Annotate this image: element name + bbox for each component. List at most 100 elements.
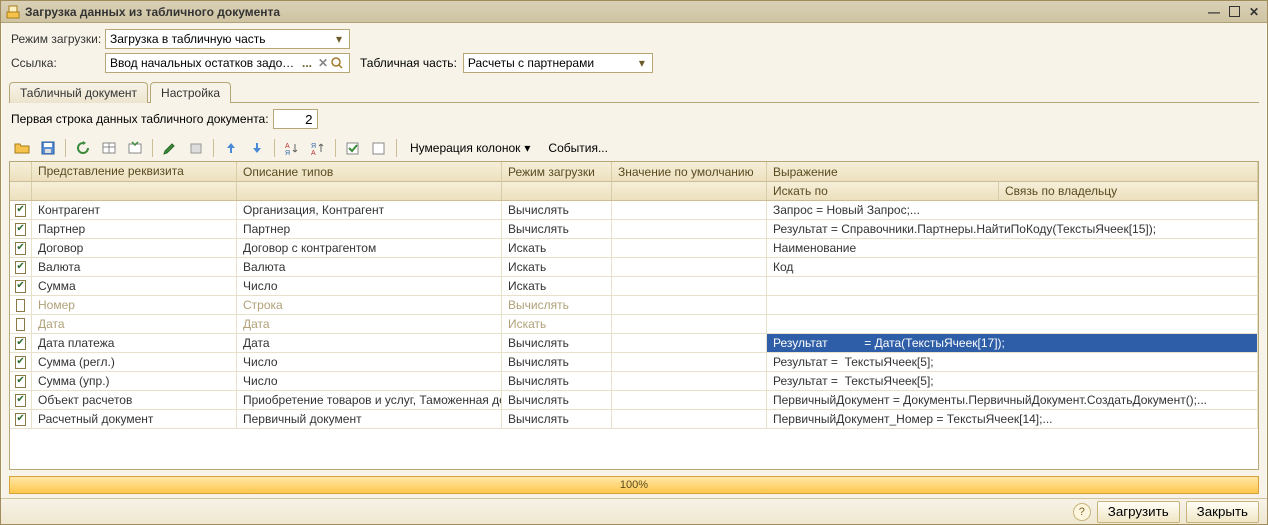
table-row[interactable]: Объект расчетовПриобретение товаров и ус…: [10, 391, 1258, 410]
cell-def[interactable]: [612, 391, 767, 409]
grid-body[interactable]: КонтрагентОрганизация, КонтрагентВычисля…: [10, 201, 1258, 469]
row-checkbox-cell[interactable]: [10, 201, 32, 219]
cell-expr[interactable]: ПервичныйДокумент = Документы.ПервичныйД…: [767, 391, 1258, 409]
cell-expr[interactable]: Результат = Дата(ТекстыЯчеек[17]);: [767, 334, 1258, 352]
check-all-icon[interactable]: [342, 137, 364, 159]
cell-typ[interactable]: Партнер: [237, 220, 502, 238]
minimize-button[interactable]: —: [1205, 4, 1223, 20]
cell-def[interactable]: [612, 334, 767, 352]
cell-rep[interactable]: Сумма (регл.): [32, 353, 237, 371]
save-icon[interactable]: [37, 137, 59, 159]
cell-rz[interactable]: Вычислять: [502, 201, 612, 219]
checkbox-icon[interactable]: [15, 242, 25, 255]
row-checkbox-cell[interactable]: [10, 391, 32, 409]
table-row[interactable]: ДоговорДоговор с контрагентомИскать Наиме…: [10, 239, 1258, 258]
arrow-up-icon[interactable]: [220, 137, 242, 159]
header-rep[interactable]: Представление реквизита: [32, 162, 237, 181]
open-folder-icon[interactable]: [11, 137, 33, 159]
cell-def[interactable]: [612, 315, 767, 333]
load-button[interactable]: Загрузить: [1097, 501, 1180, 523]
cell-rz[interactable]: Вычислять: [502, 220, 612, 238]
cell-rz[interactable]: Искать: [502, 315, 612, 333]
cell-expr[interactable]: Код: [767, 258, 1258, 276]
checkbox-icon[interactable]: [15, 337, 25, 350]
mode-combo[interactable]: Загрузка в табличную часть ▾: [105, 29, 350, 49]
header-rz[interactable]: Режим загрузки: [502, 162, 612, 181]
cell-typ[interactable]: Организация, Контрагент: [237, 201, 502, 219]
row-checkbox-cell[interactable]: [10, 372, 32, 390]
cell-expr[interactable]: Наименование: [767, 239, 1258, 257]
cell-typ[interactable]: Первичный документ: [237, 410, 502, 428]
header-def[interactable]: Значение по умолчанию: [612, 162, 767, 181]
cell-rep[interactable]: Партнер: [32, 220, 237, 238]
cell-rep[interactable]: Объект расчетов: [32, 391, 237, 409]
chevron-down-icon[interactable]: ▾: [634, 56, 650, 70]
sort-za-icon[interactable]: ЯА: [307, 137, 329, 159]
cell-typ[interactable]: Число: [237, 372, 502, 390]
checkbox-icon[interactable]: [15, 356, 25, 369]
cell-typ[interactable]: Приобретение товаров и услуг, Таможенная…: [237, 391, 502, 409]
cell-def[interactable]: [612, 201, 767, 219]
table-row[interactable]: ПартнерПартнерВычислятьРезультат = Справ…: [10, 220, 1258, 239]
table-row[interactable]: СуммаЧислоИскать: [10, 277, 1258, 296]
cell-def[interactable]: [612, 277, 767, 295]
cell-def[interactable]: [612, 296, 767, 314]
table-row[interactable]: КонтрагентОрганизация, КонтрагентВычисля…: [10, 201, 1258, 220]
table-row[interactable]: ДатаДатаИскать: [10, 315, 1258, 334]
ref-clear-button[interactable]: ✕: [315, 56, 331, 70]
cell-typ[interactable]: Число: [237, 277, 502, 295]
cell-typ[interactable]: Строка: [237, 296, 502, 314]
cell-expr[interactable]: Результат = Справочники.Партнеры.НайтиПо…: [767, 220, 1258, 238]
chevron-down-icon[interactable]: ▾: [331, 32, 347, 46]
cell-rep[interactable]: Валюта: [32, 258, 237, 276]
cell-rz[interactable]: Вычислять: [502, 334, 612, 352]
cell-def[interactable]: [612, 239, 767, 257]
cell-rep[interactable]: Контрагент: [32, 201, 237, 219]
edit-icon[interactable]: [159, 137, 181, 159]
cell-rz[interactable]: Вычислять: [502, 391, 612, 409]
cell-rz[interactable]: Вычислять: [502, 372, 612, 390]
header-check[interactable]: [10, 162, 32, 181]
cell-expr[interactable]: ПервичныйДокумент_Номер = ТекстыЯчеек[14…: [767, 410, 1258, 428]
checkbox-icon[interactable]: [15, 280, 25, 293]
cell-def[interactable]: [612, 410, 767, 428]
cell-typ[interactable]: Дата: [237, 334, 502, 352]
cell-rz[interactable]: Искать: [502, 239, 612, 257]
table-row[interactable]: Дата платежаДатаВычислятьРезультат = Дат…: [10, 334, 1258, 353]
ref-ellipsis-button[interactable]: ...: [299, 56, 315, 70]
cell-rep[interactable]: Сумма: [32, 277, 237, 295]
checkbox-icon[interactable]: [16, 299, 25, 312]
cell-rz[interactable]: Искать: [502, 277, 612, 295]
tab-settings[interactable]: Настройка: [150, 82, 231, 103]
cell-expr[interactable]: [767, 277, 1258, 295]
table-row[interactable]: Расчетный документПервичный документВычи…: [10, 410, 1258, 429]
checkbox-icon[interactable]: [16, 318, 25, 331]
cell-rz[interactable]: Вычислять: [502, 353, 612, 371]
cell-expr[interactable]: Результат = ТекстыЯчеек[5];: [767, 353, 1258, 371]
table-icon[interactable]: [98, 137, 120, 159]
cell-rep[interactable]: Договор: [32, 239, 237, 257]
maximize-button[interactable]: [1225, 4, 1243, 20]
row-checkbox-cell[interactable]: [10, 410, 32, 428]
checkbox-icon[interactable]: [15, 204, 25, 217]
header-own[interactable]: Связь по владельцу: [999, 182, 1258, 200]
header-expr[interactable]: Выражение: [767, 162, 1258, 181]
table-row[interactable]: ВалютаВалютаИскатьКод: [10, 258, 1258, 277]
row-checkbox-cell[interactable]: [10, 315, 32, 333]
sort-az-icon[interactable]: АЯ: [281, 137, 303, 159]
cell-rz[interactable]: Вычислять: [502, 410, 612, 428]
cell-typ[interactable]: Валюта: [237, 258, 502, 276]
cell-typ[interactable]: Число: [237, 353, 502, 371]
header-find[interactable]: Искать по: [767, 182, 999, 200]
cell-def[interactable]: [612, 220, 767, 238]
uncheck-all-icon[interactable]: [368, 137, 390, 159]
cell-rep[interactable]: Расчетный документ: [32, 410, 237, 428]
cell-expr[interactable]: Результат = ТекстыЯчеек[5];: [767, 372, 1258, 390]
close-button[interactable]: ✕: [1245, 4, 1263, 20]
cell-expr[interactable]: [767, 315, 1258, 333]
cell-expr[interactable]: Запрос = Новый Запрос;...: [767, 201, 1258, 219]
arrow-down-icon[interactable]: [246, 137, 268, 159]
row-checkbox-cell[interactable]: [10, 296, 32, 314]
cell-typ[interactable]: Договор с контрагентом: [237, 239, 502, 257]
header-typ[interactable]: Описание типов: [237, 162, 502, 181]
